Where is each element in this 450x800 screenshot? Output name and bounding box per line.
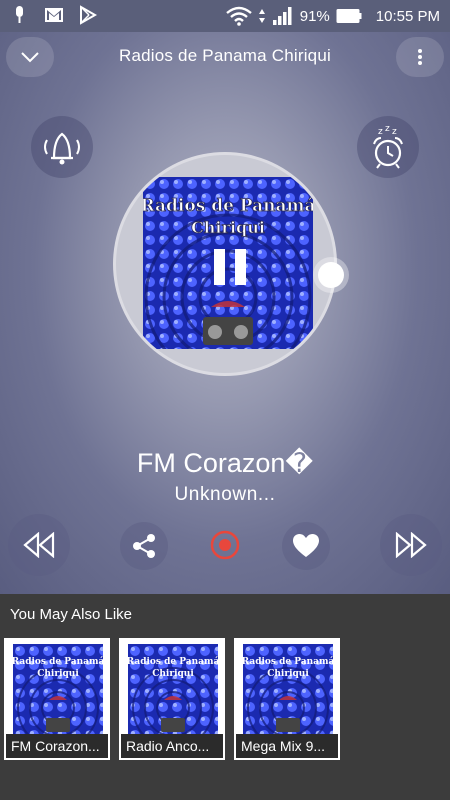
player-panel: Radios de Panama Chiriqui z z z Radios d…: [0, 32, 450, 594]
card-artwork-line1: Radios de Panamá: [128, 656, 218, 667]
signal-icon: [272, 7, 292, 25]
card-artwork-line2: Chiriqui: [267, 669, 309, 679]
artwork-line2: Chiriqui: [191, 218, 265, 237]
page-title: Radios de Panama Chiriqui: [119, 46, 331, 65]
svg-text:z: z: [378, 127, 383, 137]
card-label: Radio Anco...: [121, 734, 223, 758]
play-store-icon: [80, 5, 98, 25]
player-header: Radios de Panama Chiriqui: [0, 32, 450, 84]
record-icon: [210, 530, 240, 560]
card-artwork-line1: Radios de Panamá: [13, 656, 103, 667]
recommendation-list: Radios de Panamá Chiriqui FM Corazon... …: [4, 638, 340, 760]
album-disc: Radios de Panamá Chiriqui: [113, 152, 337, 376]
data-arrows-icon: [258, 9, 265, 23]
station-name: FM Corazon�: [136, 448, 314, 478]
gmail-icon: [45, 8, 63, 22]
status-bar: 91% 10:55 PM: [0, 0, 450, 32]
recommendation-card[interactable]: Radios de Panamá Chiriqui FM Corazon...: [4, 638, 110, 760]
favorite-button[interactable]: [282, 522, 330, 570]
card-artwork: Radios de Panamá Chiriqui: [13, 644, 103, 736]
share-icon: [133, 534, 155, 558]
wifi-icon: [225, 6, 252, 26]
card-artwork: Radios de Panamá Chiriqui: [243, 644, 333, 736]
card-artwork-line2: Chiriqui: [152, 669, 194, 679]
card-label: Mega Mix 9...: [236, 734, 338, 758]
system-icons: 91% 10:55 PM: [225, 6, 440, 26]
card-artwork: Radios de Panamá Chiriqui: [128, 644, 218, 736]
artwork-line1: Radios de Panamá: [143, 196, 313, 216]
artist-name: Unknown...: [174, 484, 276, 505]
notification-icons: [10, 5, 98, 25]
share-button[interactable]: [120, 522, 168, 570]
bell-icon: [44, 132, 80, 165]
svg-text:z: z: [385, 124, 390, 134]
podcast-mic-icon: [16, 6, 23, 23]
fast-forward-button[interactable]: [380, 514, 442, 576]
clock: 10:55 PM: [375, 7, 440, 25]
now-playing-disc: Radios de Panamá Chiriqui: [113, 152, 337, 376]
card-artwork-line2: Chiriqui: [37, 669, 79, 679]
progress-knob[interactable]: [318, 262, 344, 288]
record-button[interactable]: [202, 522, 248, 568]
more-vert-icon: [418, 49, 422, 65]
battery-icon: [336, 9, 362, 23]
heart-icon: [293, 534, 319, 557]
card-label: FM Corazon...: [6, 734, 108, 758]
chevron-down-icon: [21, 52, 39, 63]
battery-percent: 91%: [299, 7, 330, 25]
sleep-alarm-icon: z z z: [373, 124, 403, 169]
notification-bell-button[interactable]: [31, 116, 93, 178]
pause-icon[interactable]: [208, 247, 252, 287]
rewind-icon: [23, 532, 55, 558]
fast-forward-icon: [395, 532, 427, 558]
sleep-timer-button[interactable]: z z z: [357, 116, 419, 178]
section-title: You May Also Like: [10, 606, 133, 623]
recommendation-card[interactable]: Radios de Panamá Chiriqui Mega Mix 9...: [234, 638, 340, 760]
recommendation-card[interactable]: Radios de Panamá Chiriqui Radio Anco...: [119, 638, 225, 760]
svg-text:z: z: [392, 127, 397, 137]
collapse-button[interactable]: [6, 37, 54, 77]
card-artwork-line1: Radios de Panamá: [243, 656, 333, 667]
rewind-button[interactable]: [8, 514, 70, 576]
more-options-button[interactable]: [396, 37, 444, 77]
